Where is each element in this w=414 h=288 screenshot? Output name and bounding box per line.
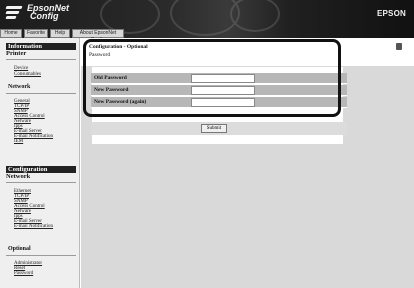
app-title: EpsonNet Config [27, 4, 87, 21]
help-book-icon[interactable] [396, 43, 402, 50]
submit-row: Submit [91, 122, 347, 135]
sidebar-group-network: Network [8, 84, 31, 90]
sidebar-information-header: Information Printer [6, 43, 76, 57]
app-title-line2: Config [30, 11, 59, 21]
epson-brand-logo: EPSON [376, 9, 406, 18]
tab-home[interactable]: Home [0, 29, 22, 38]
main-content: Configuration - Optional Password Old Pa… [81, 38, 414, 288]
epsonnet-logo-icon [5, 5, 23, 21]
sidebar-heading-configuration[interactable]: Configuration [6, 166, 76, 173]
sidebar-group-optional: Optional [8, 246, 31, 252]
app-header: EpsonNet Config EPSON Home Favorite Help… [0, 0, 414, 43]
tab-help[interactable]: Help [50, 29, 70, 38]
sidebar-sub-printer: Printer [6, 50, 27, 57]
sidebar-sub-network: Network [6, 173, 31, 180]
header-decoration [80, 0, 300, 36]
submit-button[interactable]: Submit [201, 124, 227, 133]
sidebar-item-consumables[interactable]: Consumables [14, 72, 41, 77]
sidebar-item-iem[interactable]: IEM [14, 139, 23, 144]
divider [6, 182, 76, 183]
sidebar-item-email-notification[interactable]: E-mail Notification [14, 224, 53, 229]
form-highlight-outline [83, 39, 341, 117]
top-tabs: Home Favorite Help About EpsonNet Config [0, 29, 124, 43]
divider [6, 93, 76, 94]
divider [6, 59, 76, 60]
tab-about[interactable]: About EpsonNet Config [72, 29, 124, 43]
sidebar-configuration-header: Configuration Network [6, 166, 76, 180]
sidebar-item-device[interactable]: Device [14, 66, 28, 71]
tab-favorite[interactable]: Favorite [24, 29, 48, 38]
sidebar-item-password[interactable]: Password [14, 271, 33, 276]
divider [6, 255, 76, 256]
sidebar-heading-information[interactable]: Information [6, 43, 76, 50]
sidebar: Information Printer Device Consumables N… [0, 38, 80, 288]
